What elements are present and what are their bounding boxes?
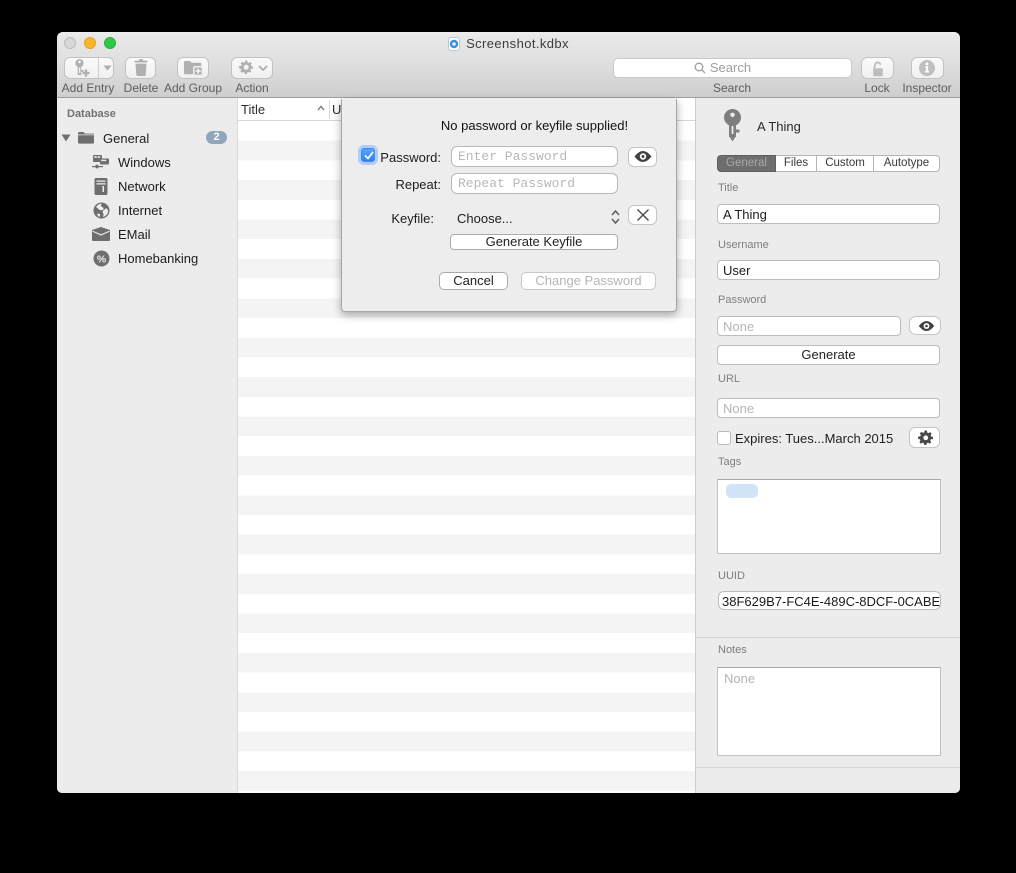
svg-text:%: % xyxy=(97,253,107,265)
